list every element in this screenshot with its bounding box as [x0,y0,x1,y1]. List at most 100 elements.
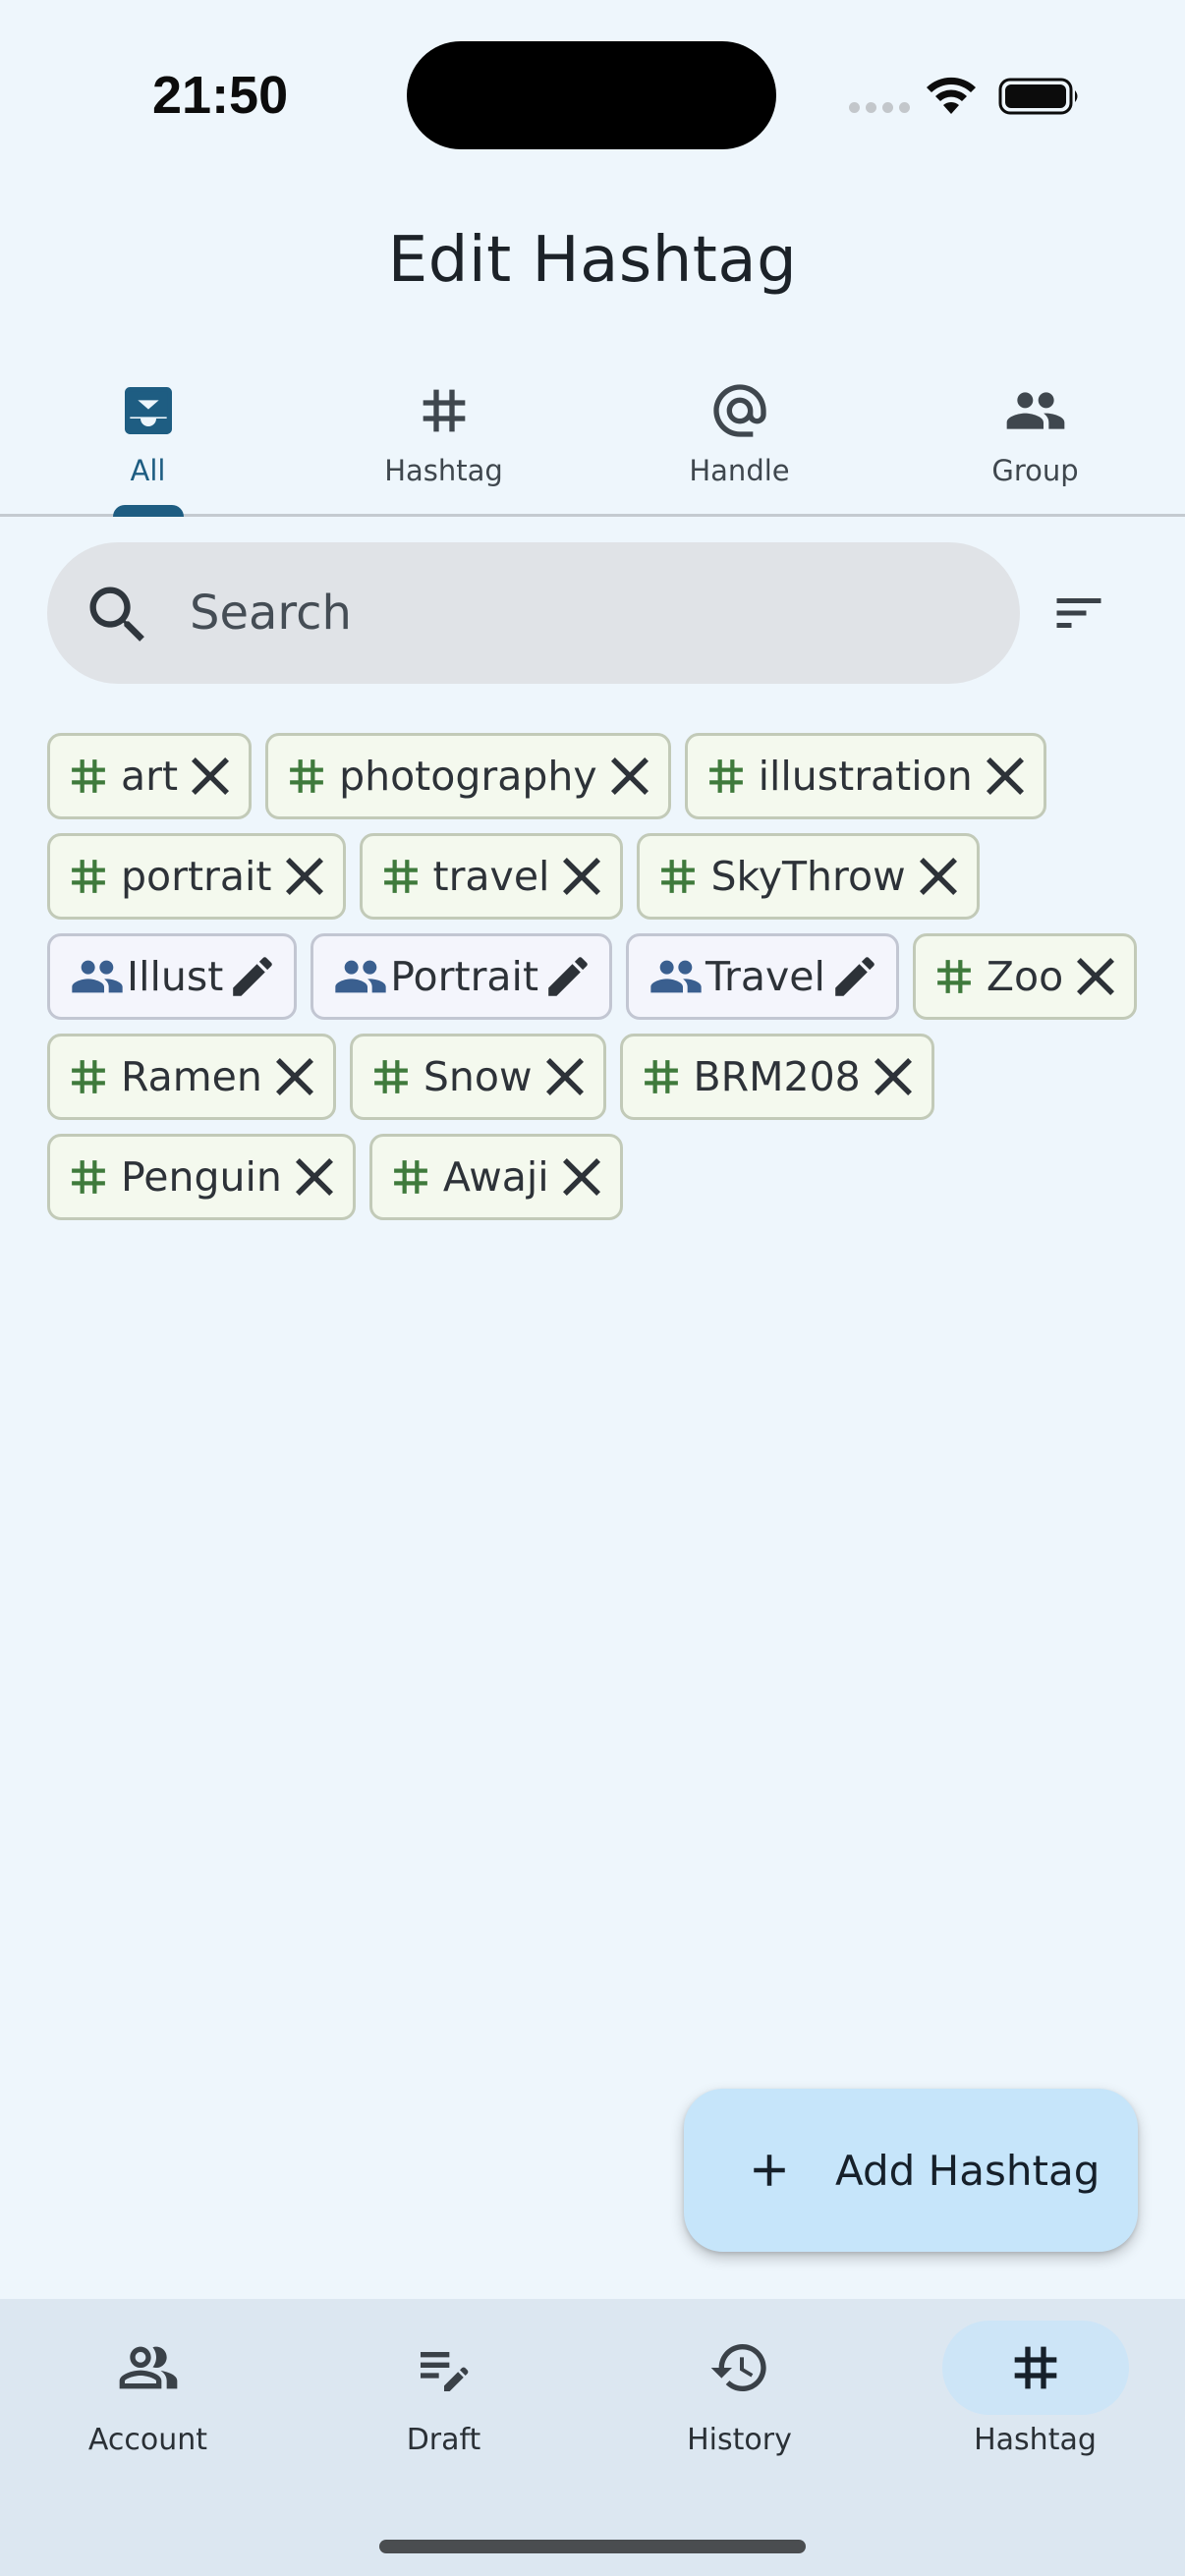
chip-remove-icon[interactable] [986,757,1024,795]
hashtag-chip[interactable]: illustration [684,733,1046,819]
add-hashtag-label: Add Hashtag [835,2146,1100,2195]
hashtag-icon [373,1060,408,1093]
hashtag-icon [423,389,465,432]
chip-label: Zoo [986,953,1064,1000]
group-icon [72,960,123,993]
chip-label: art [121,753,179,800]
chip-label: Penguin [121,1153,282,1201]
chip-label: photography [339,753,597,800]
hashtag-chip[interactable]: SkyThrow [637,833,980,920]
hashtag-icon [72,1160,105,1194]
page-title: Edit Hashtag [387,224,798,297]
nav-icon-container [941,2321,1129,2415]
nav-label: Hashtag [974,2423,1097,2457]
status-time: 21:50 [152,66,289,125]
edit-icon[interactable] [546,955,590,998]
chip-label: illustration [758,753,973,800]
tab-all[interactable]: All [0,364,296,517]
wifi-icon [927,77,976,114]
chip-label: SkyThrow [710,853,906,900]
chip-remove-icon[interactable] [285,858,323,895]
nav-account[interactable]: Account [0,2299,296,2495]
group-icon [335,960,386,993]
search-input[interactable] [190,572,976,654]
hashtag-chip[interactable]: art [47,733,253,819]
group-chip[interactable]: Travel [626,933,899,1020]
nav-icon-container [647,2321,833,2415]
group-chip[interactable]: Illust [47,933,298,1020]
cellular-signal-icon [849,102,910,113]
bottom-navigation: Account Draft History Hashtag [0,2299,1185,2576]
chip-remove-icon[interactable] [874,1058,912,1095]
tab-bar: All Hashtag Handle Group [0,364,1185,517]
tab-label: Hashtag [384,454,503,487]
chip-label: Ramen [121,1053,262,1100]
hashtag-chip[interactable]: BRM208 [619,1034,934,1120]
chip-remove-icon[interactable] [1077,958,1115,995]
chip-remove-icon[interactable] [192,757,230,795]
nav-history[interactable]: History [592,2299,887,2495]
group-chip[interactable]: Portrait [310,933,613,1020]
tab-label: Handle [689,454,790,487]
hashtag-icon [72,1060,105,1093]
plus-icon [754,2155,785,2186]
add-hashtag-button[interactable]: Add Hashtag [684,2089,1138,2252]
search-icon [89,587,144,642]
hashtag-chip[interactable]: photography [265,733,671,819]
edit-icon[interactable] [833,955,876,998]
hashtag-icon [661,860,696,893]
chip-remove-icon[interactable] [545,1058,584,1095]
hashtag-chip[interactable]: Snow [349,1034,606,1120]
edit-icon[interactable] [231,955,274,998]
nav-hashtag[interactable]: Hashtag [887,2299,1183,2495]
chip-label: portrait [121,853,272,900]
hashtag-chip[interactable]: Penguin [47,1134,356,1220]
chip-label: BRM208 [693,1053,861,1100]
tab-active-indicator [113,505,184,517]
tab-label: Group [991,454,1079,487]
status-bar: 21:50 [0,0,1185,196]
nav-icon-container [351,2321,537,2415]
hashtag-chip-list: art photography illustration portrait travel… [47,733,1148,1220]
sort-icon[interactable] [1049,584,1108,643]
tab-group[interactable]: Group [887,364,1183,514]
chip-remove-icon[interactable] [562,1158,600,1196]
hashtag-icon [708,759,743,793]
battery-icon [998,78,1078,115]
home-indicator [379,2540,806,2553]
chip-label: Illust [127,953,224,1000]
hashtag-chip[interactable]: portrait [47,833,346,920]
search-bar[interactable] [47,542,1020,684]
hashtag-chip[interactable]: Ramen [47,1034,336,1120]
chip-label: Travel [705,953,825,1000]
dynamic-island [407,41,776,149]
hashtag-icon [72,860,105,893]
hashtag-chip[interactable]: Awaji [368,1134,623,1220]
chip-label: Snow [423,1053,533,1100]
nav-icon-container [55,2321,242,2415]
hashtag-chip[interactable]: Zoo [912,933,1138,1020]
hashtag-icon [1014,2346,1056,2389]
chip-remove-icon[interactable] [919,858,957,895]
hashtag-icon [72,759,105,793]
group-icon [1006,392,1064,429]
account-icon [119,2346,177,2389]
tab-handle[interactable]: Handle [592,364,887,514]
tab-hashtag[interactable]: Hashtag [296,364,592,514]
nav-label: History [687,2423,792,2457]
nav-draft[interactable]: Draft [296,2299,592,2495]
chip-label: travel [432,853,550,900]
chip-remove-icon[interactable] [275,1058,313,1095]
draft-icon [420,2352,468,2391]
chip-label: Portrait [390,953,539,1000]
history-icon [710,2344,766,2391]
chip-remove-icon[interactable] [610,757,649,795]
hashtag-chip[interactable]: travel [359,833,624,920]
chip-remove-icon[interactable] [295,1158,333,1196]
hashtag-icon [644,1060,678,1093]
nav-label: Draft [406,2423,481,2457]
inbox-icon [124,387,172,434]
nav-label: Account [87,2423,208,2457]
chip-remove-icon[interactable] [563,858,601,895]
hashtag-icon [383,860,418,893]
